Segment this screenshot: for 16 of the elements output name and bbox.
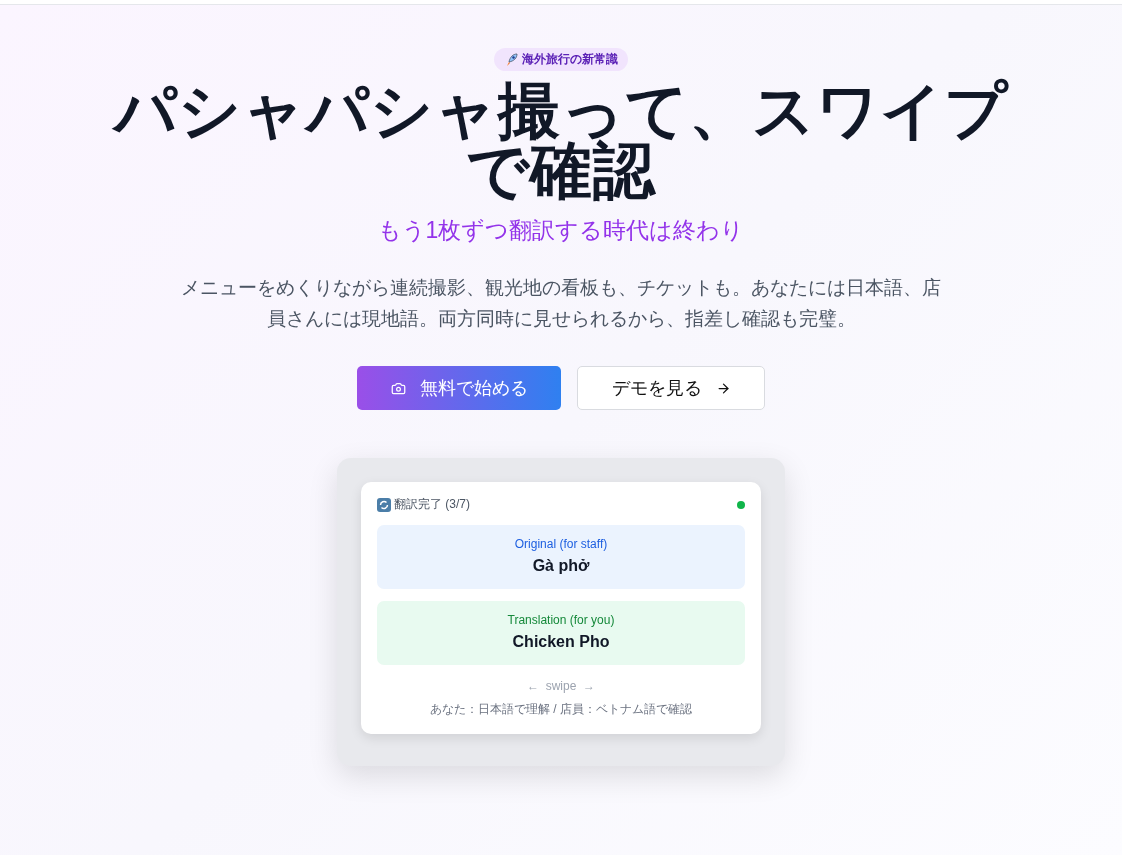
card-footer: あなた：日本語で理解 / 店員：ベトナム語で確認 [377, 701, 745, 718]
hero-description: メニューをめくりながら連続撮影、観光地の看板も、チケットも。あなたには日本語、店員さんには現地語。両方同時に見せられるから、指差し確認も完璧。 [181, 276, 941, 331]
hero-badge: 海外旅行の新常識 [494, 48, 628, 71]
panel-label: Original (for staff) [514, 537, 608, 551]
hero-subtitle: もう1枚ずつ翻訳する時代は終わり [377, 216, 745, 245]
panel-text: Chicken Pho [512, 633, 610, 651]
panel-text: Gà phở [532, 557, 590, 575]
refresh-icon [377, 497, 391, 512]
demo-button[interactable]: デモを見る [577, 366, 765, 410]
status-text: 翻訳完了 (3/7) [394, 496, 470, 513]
rocket-icon [504, 52, 518, 67]
panel-label: Translation (for you) [507, 613, 615, 627]
camera-icon [390, 380, 406, 396]
arrow-right-icon [715, 380, 731, 396]
start-button[interactable]: 無料で始める [357, 366, 561, 410]
swipe-hint: ← swipe → [526, 679, 596, 693]
